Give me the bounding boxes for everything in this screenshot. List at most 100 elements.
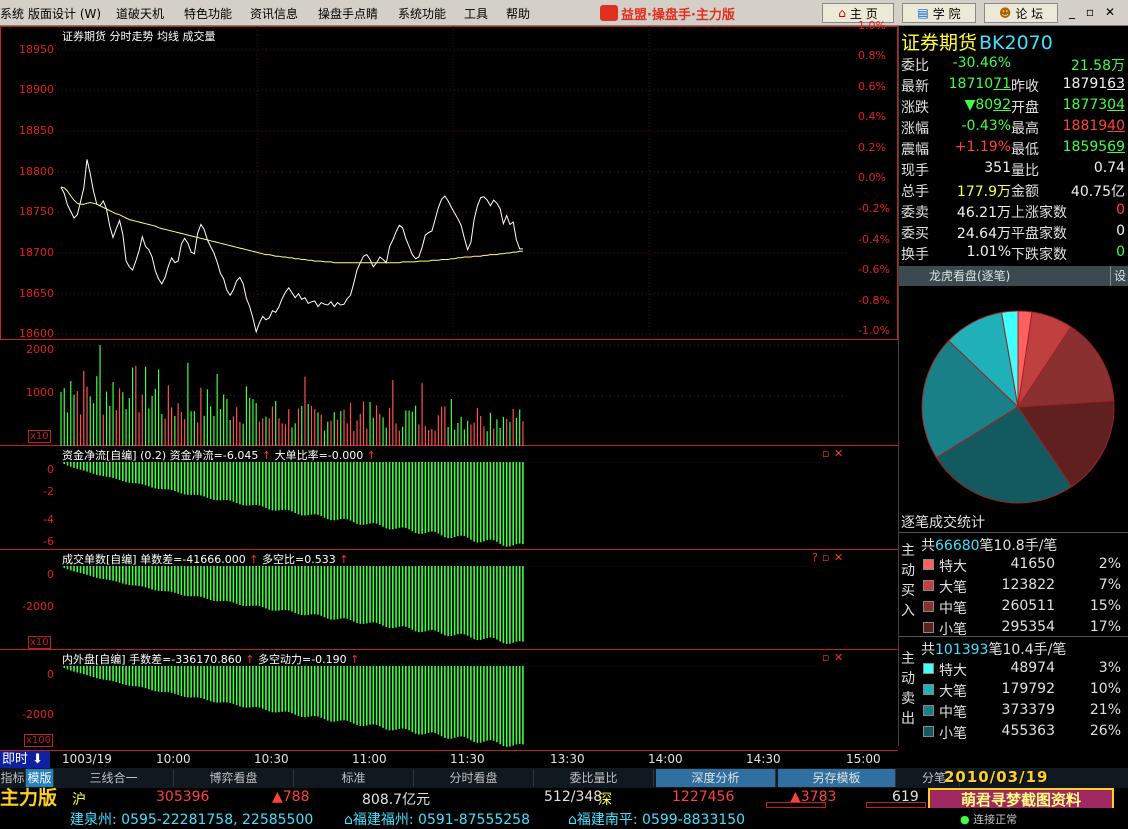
panel-maximize-icon[interactable]: ▫ xyxy=(822,551,829,564)
menu-tools[interactable]: 工具 xyxy=(464,5,488,22)
price-tick: 18600 xyxy=(19,327,54,341)
bottom-tab-bar: 指标 模版 三线合一 博弈看盘 标准 分时看盘 委比量比 深度分析 另存模板 分… xyxy=(0,768,1128,788)
time-label: 14:00 xyxy=(648,752,683,766)
menu-help[interactable]: 帮助 xyxy=(506,5,530,22)
percent-tick: -0.6% xyxy=(858,263,890,277)
mf-tick-3: -6 xyxy=(43,535,54,548)
tab-standard[interactable]: 标准 xyxy=(294,769,414,787)
percent-tick: 0.6% xyxy=(858,79,886,93)
trade-stats-title: 逐笔成交统计 xyxy=(901,515,985,531)
mf-tick-0: 0 xyxy=(47,463,54,476)
quote-row: 现手 351 量比 0.74 xyxy=(901,160,1125,179)
time-axis: 即时 ⬇ 1003/19 10:00 10:30 11:00 11:30 13:30 14:… xyxy=(0,750,898,769)
price-tick: 18700 xyxy=(19,245,54,259)
menu-features[interactable]: 特色功能 xyxy=(184,5,232,22)
trade-size-row: 特大 48974 3% xyxy=(921,659,1128,680)
money-flow-panel: 资金净流[自编] (0.2) 资金净流=-6.045 ↑ 大单比率=-0.000… xyxy=(0,446,898,550)
connection-icon: ● xyxy=(960,813,970,826)
price-line xyxy=(60,159,523,334)
sh-index: 305396 xyxy=(156,789,210,805)
order-count-chart xyxy=(58,566,848,644)
menu-system[interactable]: 系统 xyxy=(0,5,24,22)
forum-button[interactable]: ☻ 论 坛 xyxy=(984,3,1058,23)
volume-tick-2000: 2000 xyxy=(26,343,54,356)
average-line xyxy=(60,186,523,264)
price-tick: 18750 xyxy=(19,205,54,219)
quote-row: 委卖 46.21万 上涨家数 0 xyxy=(901,202,1125,221)
sh-change: ▲788 xyxy=(272,789,310,805)
sh-label: 沪 xyxy=(72,792,86,808)
instant-button[interactable]: 即时 ⬇ xyxy=(0,751,50,769)
volume-chart xyxy=(58,344,848,446)
menu-news[interactable]: 资讯信息 xyxy=(250,5,298,22)
scroller-text-3: ⌂福建南平: 0599-8833150 xyxy=(568,812,746,828)
legend-swatch xyxy=(923,580,934,591)
settings-button[interactable]: 设 xyxy=(1109,266,1126,286)
trade-size-row: 中笔 260511 15% xyxy=(921,597,1128,618)
menu-layout[interactable]: 版面设计 (W) xyxy=(28,5,101,22)
money-flow-chart xyxy=(58,462,848,547)
time-label: 14:30 xyxy=(746,752,781,766)
price-panel: 证券期货 分时走势 均线 成交量 18950 18900 18850 18800 187… xyxy=(0,19,898,341)
panel-close-icon[interactable]: ✕ xyxy=(834,447,843,460)
quote-side-panel: 证券期货 BK2070 委比 -30.46% 21.58万 最新 1871071 昨收 187… xyxy=(898,26,1128,746)
scroller-text-1: 建泉州: 0595-22281758, 22585500 xyxy=(70,812,314,828)
quote-row: 委买 24.64万 平盘家数 0 xyxy=(901,223,1125,242)
tab-bid-ratio[interactable]: 委比量比 xyxy=(534,769,654,787)
house-icon: ⌂ xyxy=(568,812,577,828)
time-label: 10:30 xyxy=(254,752,289,766)
time-label: 13:30 xyxy=(550,752,585,766)
quote-row: 涨幅 -0.43% 最高 1881940 xyxy=(901,118,1125,137)
legend-swatch xyxy=(923,601,934,612)
date-watermark: 2010/03/19 xyxy=(944,768,1049,786)
trade-size-pie-chart xyxy=(921,310,1115,504)
trade-size-row: 小笔 455363 26% xyxy=(921,722,1128,743)
panel-close-icon[interactable]: ✕ xyxy=(834,551,843,564)
time-label: 11:00 xyxy=(352,752,387,766)
percent-tick: -0.2% xyxy=(858,201,890,215)
panel-help-icon[interactable]: ? xyxy=(812,551,818,564)
volume-scale-badge: x10 xyxy=(28,430,51,443)
quote-row: 委比 -30.46% 21.58万 xyxy=(901,55,1125,74)
edition-brand: 主力版 xyxy=(0,787,58,809)
tab-save-template[interactable]: 另存模板 xyxy=(778,769,896,787)
panel-maximize-icon[interactable]: ▫ xyxy=(822,651,829,664)
legend-swatch xyxy=(923,559,934,570)
quote-row: 总手 177.9万 金额 40.75亿 xyxy=(901,184,1125,200)
tab-deep-analysis[interactable]: 深度分析 xyxy=(656,769,776,787)
book-icon: ▤ xyxy=(917,6,929,20)
active-sell-count: 共101393笔10.4手/笔 xyxy=(921,642,1067,658)
money-flow-title: 资金净流[自编] (0.2) 资金净流=-6.045 ↑ 大单比率=-0.000… xyxy=(62,449,376,462)
panel-close-icon[interactable]: ✕ xyxy=(834,651,843,664)
menu-bar: 系统 版面设计 (W) 道破天机 特色功能 资讯信息 操盘手点睛 系统功能 工具… xyxy=(0,0,1128,26)
close-icon[interactable]: ✕ xyxy=(1102,4,1118,20)
tab-intraday[interactable]: 分时看盘 xyxy=(414,769,534,787)
tab-indicator[interactable]: 指标 xyxy=(0,769,26,787)
tab-game-view[interactable]: 博弈看盘 xyxy=(174,769,294,787)
percent-tick: -0.4% xyxy=(858,232,890,246)
menu-dianjing[interactable]: 操盘手点睛 xyxy=(318,5,378,22)
dragon-tiger-tab[interactable]: 龙虎看盘(逐笔) 设 xyxy=(899,266,1128,286)
menu-sysfunc[interactable]: 系统功能 xyxy=(398,5,446,22)
tab-template[interactable]: 模版 xyxy=(26,769,54,787)
trade-size-row: 大笔 179792 10% xyxy=(921,680,1128,701)
menu-daopo[interactable]: 道破天机 xyxy=(116,5,164,22)
inner-outer-scale-badge: x100 xyxy=(24,734,54,747)
restore-icon[interactable]: ▫ xyxy=(1082,4,1098,20)
academy-button[interactable]: ▤ 学 院 xyxy=(902,3,976,23)
volume-panel: 2000 1000 x10 xyxy=(0,340,898,446)
inner-outer-panel: 内外盘[自编] 手数差=-336170.860 ↑ 多空动力=-0.190 ↑ … xyxy=(0,650,898,750)
tab-three-lines[interactable]: 三线合一 xyxy=(54,769,174,787)
legend-swatch xyxy=(923,726,934,737)
percent-tick: 0.4% xyxy=(858,110,886,124)
oc-tick-0: 0 xyxy=(47,568,54,581)
home-icon: ⌂ xyxy=(838,6,846,20)
panel-maximize-icon[interactable]: ▫ xyxy=(822,447,829,460)
percent-tick: 0.0% xyxy=(858,171,886,185)
people-icon: ☻ xyxy=(998,6,1012,20)
quote-row: 换手 1.01% 下跌家数 0 xyxy=(901,244,1125,263)
trade-size-row: 中笔 373379 21% xyxy=(921,701,1128,722)
time-label: 1003/19 xyxy=(62,752,112,766)
sh-amount: 808.7亿元 xyxy=(362,792,431,808)
minimize-icon[interactable]: _ xyxy=(1064,4,1080,20)
